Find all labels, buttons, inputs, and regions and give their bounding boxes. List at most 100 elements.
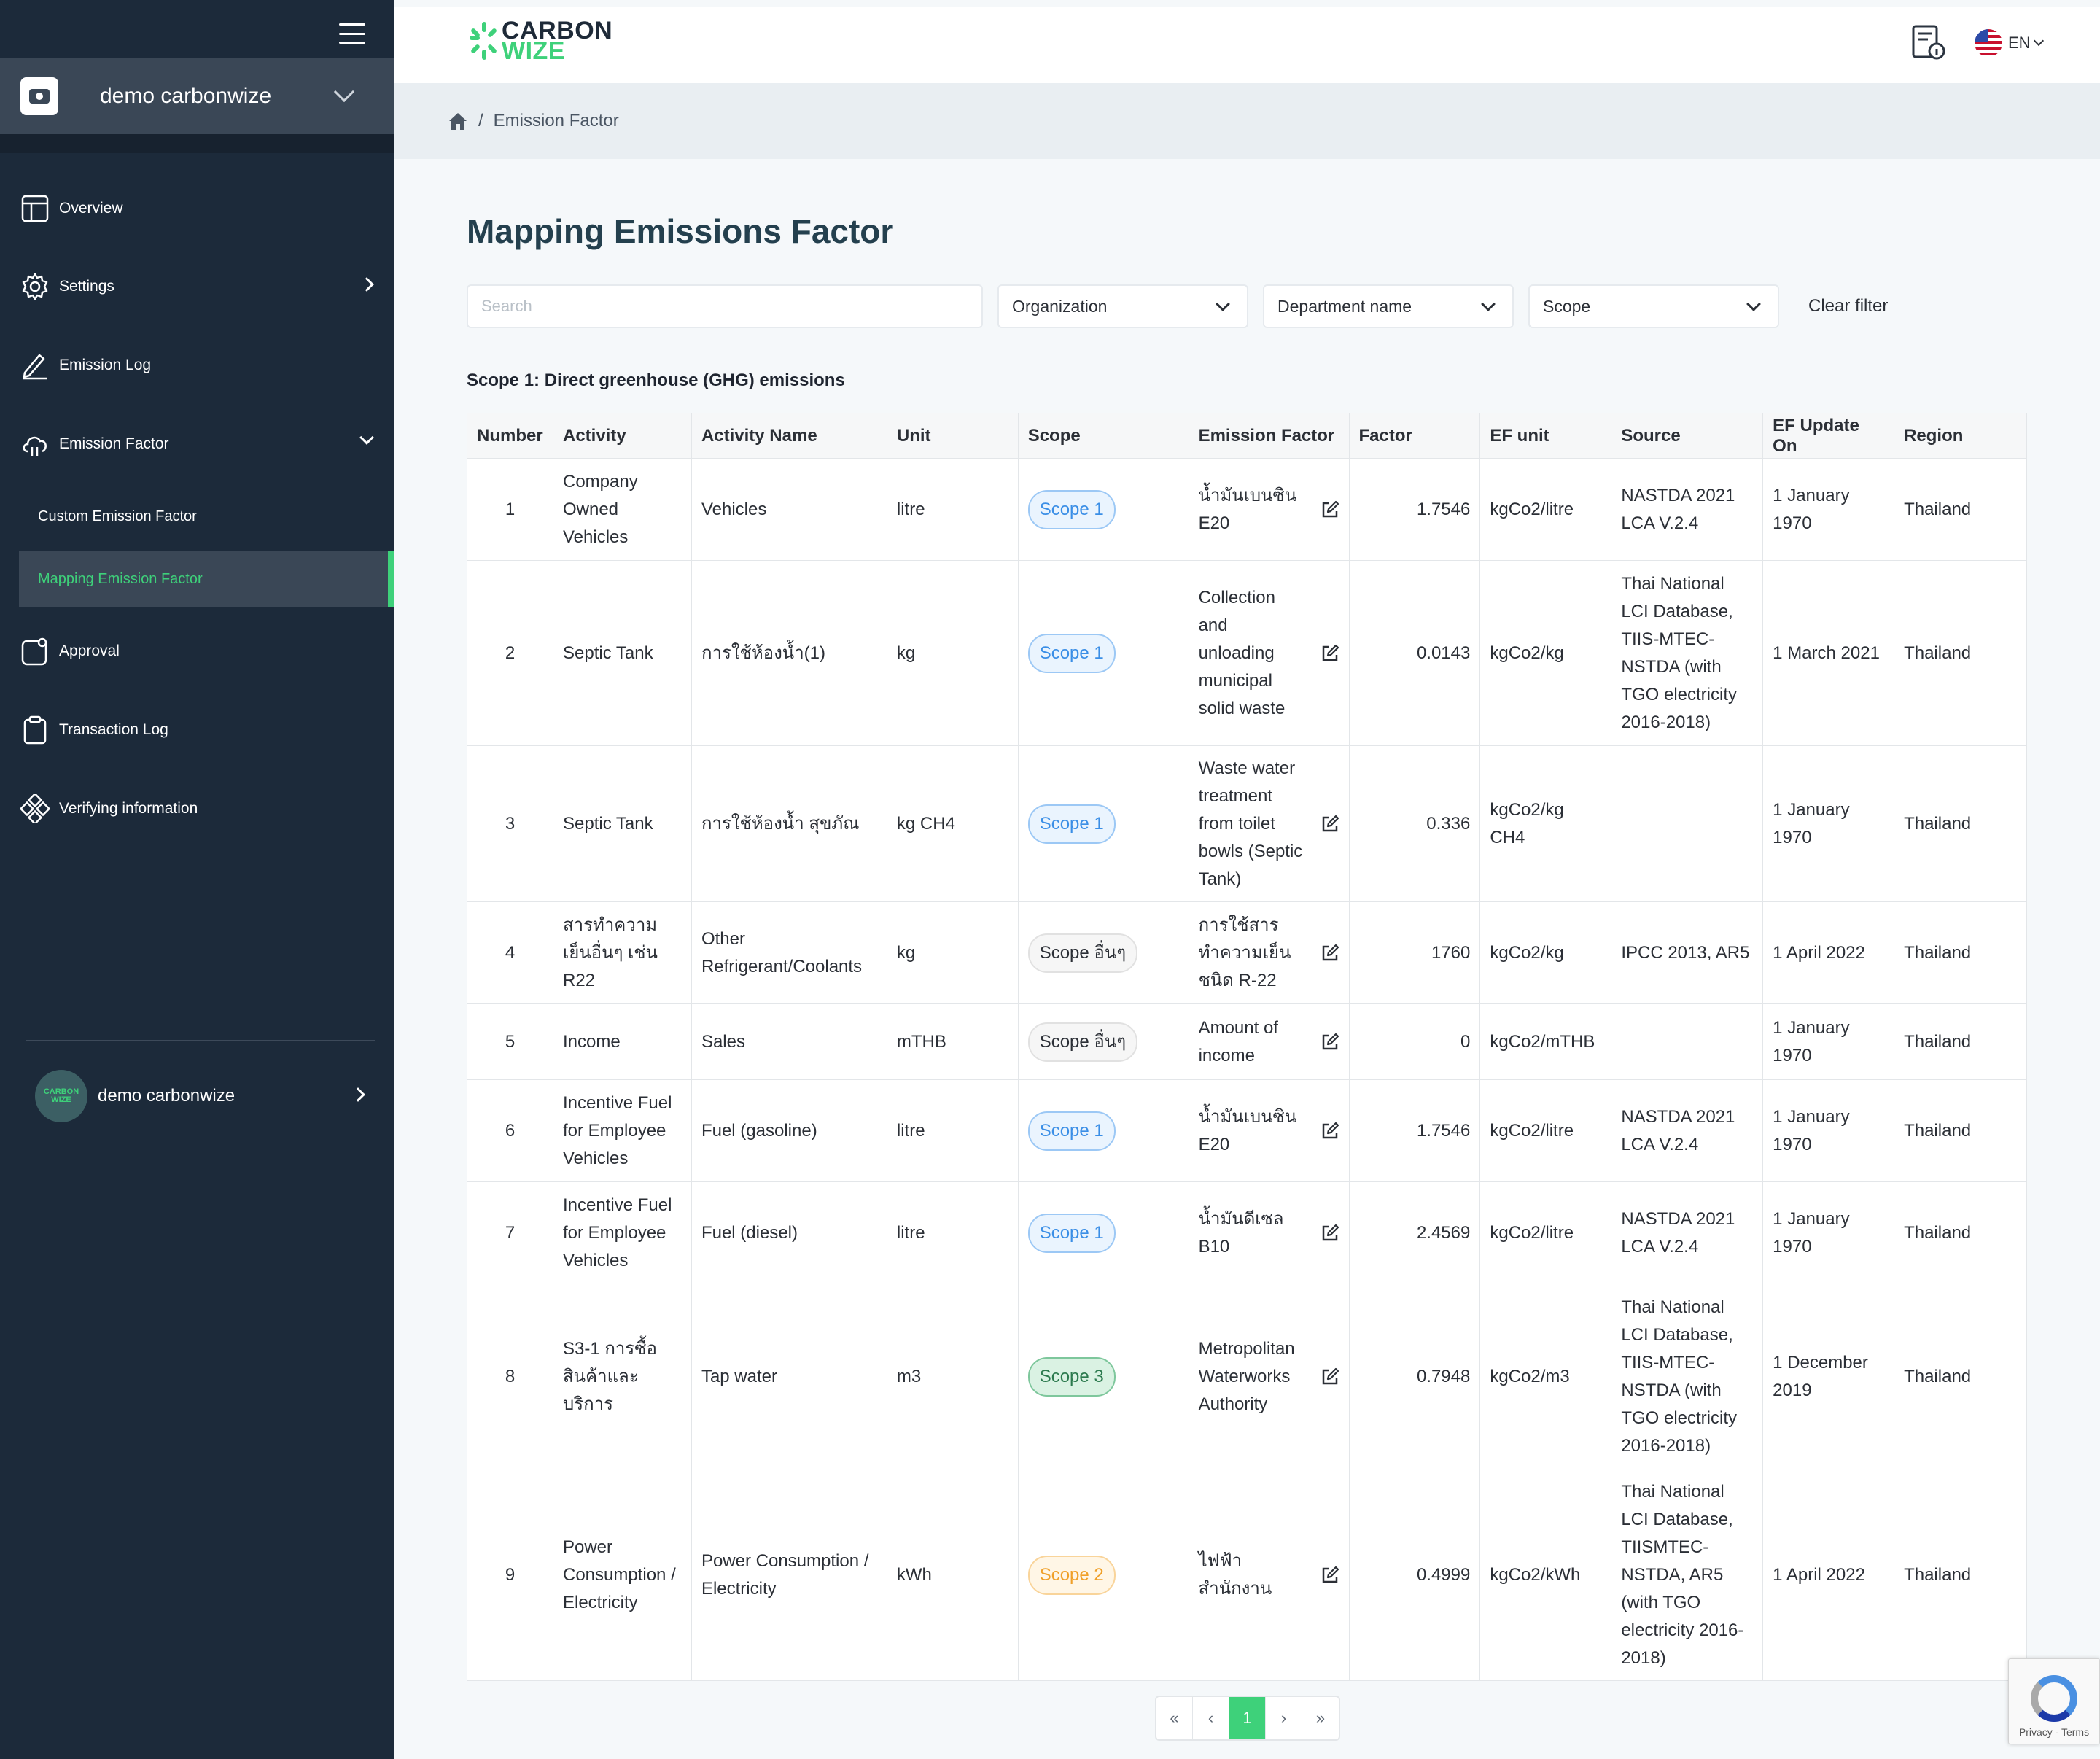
- cell-unit: kWh: [886, 1469, 1019, 1681]
- table-row: 9 Power Consumption / Electricity Power Co…: [467, 1469, 2027, 1681]
- department-select[interactable]: Department name: [1263, 284, 1514, 328]
- cell-source: [1611, 745, 1764, 902]
- emission-factor-text: น้ำมันเบนซิน E20: [1198, 485, 1297, 533]
- column-header[interactable]: Number: [467, 413, 553, 459]
- column-header[interactable]: Activity: [552, 413, 692, 459]
- menu-toggle-icon[interactable]: [339, 23, 365, 44]
- edit-icon[interactable]: [1321, 1367, 1339, 1386]
- clear-filter-button[interactable]: Clear filter: [1808, 296, 1888, 317]
- last-page-button[interactable]: »: [1302, 1697, 1339, 1739]
- carbonwize-logo[interactable]: CARBON WIZE: [470, 18, 612, 63]
- emission-factor-text: น้ำมันดีเซล B10: [1198, 1208, 1284, 1257]
- topbar: CARBON WIZE EN: [394, 7, 2100, 83]
- cell-unit: kg CH4: [886, 745, 1019, 902]
- cell-unit: kg: [886, 901, 1019, 1004]
- cell-unit: litre: [886, 1079, 1019, 1182]
- cell-activity-name: Other Refrigerant/Coolants: [691, 901, 887, 1004]
- cell-activity: Septic Tank: [552, 745, 692, 902]
- sidebar-item-emission-factor[interactable]: Emission Factor: [0, 415, 394, 473]
- sidebar-item-settings[interactable]: Settings: [0, 257, 394, 316]
- edit-icon[interactable]: [1321, 1033, 1339, 1052]
- sidebar-subitem-custom-emission-factor[interactable]: Custom Emission Factor: [19, 489, 394, 544]
- sidebar-subitem-mapping-emission-factor[interactable]: Mapping Emission Factor: [19, 551, 394, 607]
- next-page-button[interactable]: ›: [1266, 1697, 1302, 1739]
- column-header[interactable]: EF unit: [1479, 413, 1612, 459]
- cell-emission-factor: น้ำมันเบนซิน E20: [1188, 458, 1350, 561]
- sidebar-item-emission-log[interactable]: Emission Log: [0, 336, 394, 395]
- cell-factor: 2.4569: [1348, 1181, 1481, 1284]
- edit-icon[interactable]: [1321, 644, 1339, 663]
- avatar-text-bottom: WIZE: [51, 1095, 71, 1104]
- chevron-down-icon: [2033, 35, 2044, 47]
- sidebar-item-label: Verifying information: [59, 800, 198, 817]
- column-header[interactable]: EF Update On: [1762, 413, 1895, 459]
- home-icon[interactable]: [448, 111, 468, 131]
- cell-ef-update-on: 1 April 2022: [1762, 1469, 1895, 1681]
- cell-activity-name: Fuel (gasoline): [691, 1079, 887, 1182]
- cell-activity-name: Tap water: [691, 1284, 887, 1469]
- page-button-current[interactable]: 1: [1229, 1697, 1266, 1739]
- column-header[interactable]: Emission Factor: [1188, 413, 1350, 459]
- gear-icon: [20, 272, 50, 301]
- sidebar-subitem-label: Custom Emission Factor: [38, 508, 197, 524]
- sidebar-item-transaction-log[interactable]: Transaction Log: [0, 701, 394, 759]
- cell-ef-unit: kgCo2/mTHB: [1479, 1003, 1612, 1080]
- scope-select[interactable]: Scope: [1528, 284, 1779, 328]
- chevron-down-icon: [1481, 297, 1496, 311]
- recaptcha-badge[interactable]: Privacy - Terms: [2008, 1658, 2100, 1744]
- edit-icon[interactable]: [1321, 1566, 1339, 1585]
- cell-region: Thailand: [1894, 560, 2027, 746]
- cell-activity: Power Consumption / Electricity: [552, 1469, 692, 1681]
- column-header[interactable]: Factor: [1348, 413, 1481, 459]
- table-row: 4 สารทำความเย็นอื่นๆ เช่น R22 Other Refrig…: [467, 901, 2027, 1004]
- language-label: EN: [2008, 34, 2031, 52]
- cell-emission-factor: Waste water treatment from toilet bowls …: [1188, 745, 1350, 902]
- cell-emission-factor: Amount of income: [1188, 1003, 1350, 1080]
- edit-icon[interactable]: [1321, 1122, 1339, 1141]
- cell-activity: Incentive Fuel for Employee Vehicles: [552, 1181, 692, 1284]
- first-page-button[interactable]: «: [1156, 1697, 1193, 1739]
- column-header[interactable]: Activity Name: [691, 413, 887, 459]
- emission-factor-text: ไฟฟ้าสำนักงาน: [1198, 1550, 1272, 1599]
- cell-ef-update-on: 1 December 2019: [1762, 1284, 1895, 1469]
- column-header[interactable]: Source: [1611, 413, 1764, 459]
- column-header[interactable]: Unit: [886, 413, 1019, 459]
- cell-region: Thailand: [1894, 901, 2027, 1004]
- cell-activity: S3-1 การซื้อสินค้าและบริการ: [552, 1284, 692, 1469]
- user-name: demo carbonwize: [98, 1086, 236, 1106]
- sidebar-item-verifying-information[interactable]: Verifying information: [0, 780, 394, 838]
- scope-badge: Scope 1: [1027, 1213, 1116, 1253]
- table-row: 7 Incentive Fuel for Employee Vehicles Fue…: [467, 1181, 2027, 1284]
- table-row: 2 Septic Tank การใช้ห้องน้ำ(1) kg Scope 1 Col…: [467, 560, 2027, 746]
- edit-icon[interactable]: [1321, 500, 1339, 519]
- scope-badge: Scope 3: [1027, 1356, 1116, 1397]
- table-row: 8 S3-1 การซื้อสินค้าและบริการ Tap water m3 S…: [467, 1284, 2027, 1469]
- column-header[interactable]: Scope: [1017, 413, 1189, 459]
- chevron-down-icon: [1746, 297, 1761, 311]
- column-header[interactable]: Region: [1894, 413, 2027, 459]
- edit-icon[interactable]: [1321, 1224, 1339, 1243]
- cell-region: Thailand: [1894, 745, 2027, 902]
- language-selector[interactable]: EN: [1975, 29, 2044, 57]
- cell-number: 7: [467, 1181, 553, 1284]
- edit-icon[interactable]: [1321, 944, 1339, 963]
- prev-page-button[interactable]: ‹: [1193, 1697, 1229, 1739]
- cloud-icon: [20, 430, 50, 459]
- emission-factor-text: Collection and unloading municipal solid…: [1198, 587, 1286, 718]
- scope-badge: Scope 2: [1027, 1555, 1116, 1595]
- document-info-icon[interactable]: [1910, 23, 1945, 61]
- search-input[interactable]: [467, 284, 983, 328]
- organization-switcher[interactable]: demo carbonwize: [0, 58, 394, 134]
- sidebar-divider: [26, 1040, 375, 1041]
- user-profile[interactable]: CARBON WIZE demo carbonwize: [35, 1069, 370, 1123]
- breadcrumb: / Emission Factor: [394, 83, 2100, 159]
- sidebar-item-approval[interactable]: Approval: [0, 622, 394, 680]
- emission-factor-text: Amount of income: [1198, 1017, 1278, 1065]
- edit-icon[interactable]: [1321, 815, 1339, 834]
- sidebar-item-overview[interactable]: Overview: [0, 179, 394, 238]
- pencil-icon: [20, 351, 50, 380]
- cell-source: NASTDA 2021 LCA V.2.4: [1611, 1181, 1764, 1284]
- organization-select[interactable]: Organization: [998, 284, 1248, 328]
- section-title: Scope 1: Direct greenhouse (GHG) emissio…: [467, 370, 845, 390]
- us-flag-icon: [1975, 29, 2002, 57]
